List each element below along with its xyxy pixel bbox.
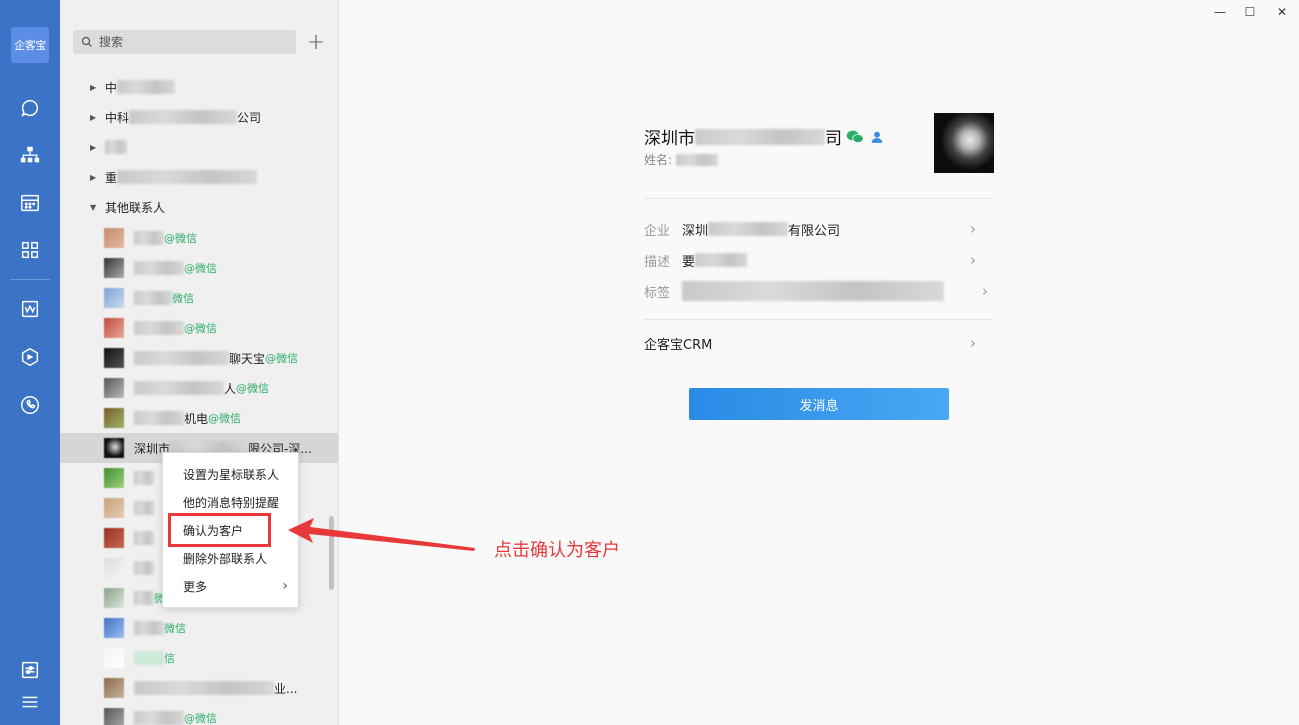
contact-group[interactable]: ▶ 中科 公司 [60,103,338,131]
divider [644,198,994,199]
chevron-right-icon: › [970,251,976,269]
avatar [104,438,124,458]
avatar [104,228,124,248]
chevron-right-icon: › [970,220,976,238]
contact-item[interactable]: @微信 [60,313,338,343]
rail-divider [10,279,50,280]
contact-item[interactable]: 聊天宝 @微信 [60,343,338,373]
avatar [104,498,124,518]
avatar [104,348,124,368]
contact-group[interactable]: ▶ [60,133,338,161]
send-message-button[interactable]: 发消息 [689,388,949,420]
avatar [104,558,124,578]
crm-row[interactable]: 企客宝CRM › [644,331,994,355]
contact-item[interactable]: @微信 [60,253,338,283]
calendar-icon[interactable] [15,188,45,218]
settings-sliders-icon[interactable] [15,655,45,685]
left-rail: 企客宝 [0,0,60,725]
contact-group[interactable]: ▶ 重 [60,163,338,191]
detail-subtitle: 姓名: [644,151,719,168]
contact-item[interactable]: 机电 @微信 [60,403,338,433]
menu-item-more[interactable]: 更多 › [163,572,300,600]
org-chart-icon[interactable] [15,140,45,170]
detail-row-company[interactable]: 企业 深圳 有限公司 › [644,217,994,241]
search-box[interactable] [73,30,296,54]
app-logo[interactable]: 企客宝 [11,27,49,63]
detail-avatar[interactable] [934,113,994,173]
contact-list-pane: + ▶ 中 ▶ 中科公司 ▶ ▶ 重 ▼ 其他联系人 @微信 @微信 微信 @微… [60,0,339,725]
avatar [104,288,124,308]
avatar [104,648,124,668]
contact-item[interactable]: @微信 [60,223,338,253]
avatar [104,408,124,428]
wechat-icon [846,130,864,143]
annotation-arrow-icon [288,518,475,551]
annotation-highlight-box [168,513,271,547]
divider [644,319,994,320]
apps-grid-icon[interactable] [15,235,45,265]
menu-icon[interactable] [15,687,45,717]
caret-right-icon: ▶ [90,142,97,152]
contact-item[interactable]: 微信 [60,283,338,313]
chevron-right-icon: › [982,282,988,300]
detail-row-description[interactable]: 描述 要 › [644,248,994,272]
search-icon [81,36,92,47]
caret-right-icon: ▶ [90,82,97,92]
avatar [104,708,124,725]
avatar [104,588,124,608]
close-icon[interactable]: ✕ [1274,4,1290,20]
caret-down-icon: ▼ [90,202,97,212]
menu-item-star-contact[interactable]: 设置为星标联系人 [163,460,300,488]
contact-item[interactable]: @微信 [60,703,338,725]
detail-row-tags[interactable]: 标签 › [644,279,994,303]
maximize-icon[interactable]: ☐ [1242,4,1258,20]
detail-company-name: 深圳市 司 [644,124,884,149]
contact-item[interactable]: 人 @微信 [60,373,338,403]
contact-item[interactable]: 业... [60,673,338,703]
person-icon [871,131,883,143]
caret-right-icon: ▶ [90,112,97,122]
chevron-right-icon: › [970,334,976,352]
contact-group[interactable]: ▶ 中 [60,73,338,101]
contact-group-other[interactable]: ▼ 其他联系人 [60,193,338,221]
add-button[interactable]: + [304,30,328,55]
contact-item[interactable]: 信 [60,643,338,673]
avatar [104,468,124,488]
chat-icon[interactable] [15,93,45,123]
avatar [104,378,124,398]
annotation-text: 点击确认为客户 [494,540,620,561]
search-input[interactable] [99,35,279,49]
avatar [104,528,124,548]
avatar [104,318,124,338]
avatar [104,258,124,278]
phone-icon[interactable] [15,390,45,420]
caret-right-icon: ▶ [90,172,97,182]
document-icon[interactable] [15,294,45,324]
chevron-right-icon: › [282,578,288,594]
contact-item[interactable]: 微信 [60,613,338,643]
minimize-icon[interactable]: — [1212,4,1228,20]
cube-icon[interactable] [15,342,45,372]
avatar [104,618,124,638]
avatar [104,678,124,698]
